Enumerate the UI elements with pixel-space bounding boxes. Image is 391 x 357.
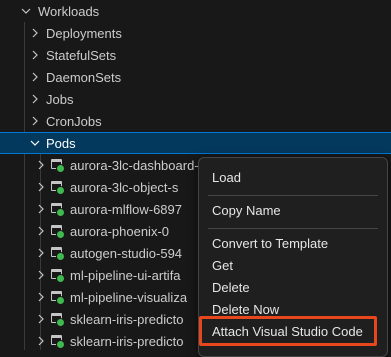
chevron-right-icon — [33, 223, 49, 239]
pod-running-icon — [51, 335, 65, 349]
pod-name: sklearn-iris-predicto — [70, 333, 184, 349]
chevron-right-icon — [33, 267, 49, 283]
chevron-right-icon — [27, 91, 43, 107]
pod-running-icon — [51, 225, 65, 239]
tree-item-label: CronJobs — [46, 113, 102, 129]
chevron-down-icon — [18, 3, 34, 19]
pod-running-icon — [51, 159, 65, 173]
tree-item-workloads[interactable]: Workloads — [0, 0, 391, 22]
tree-item-label: Deployments — [46, 25, 122, 41]
pod-name: aurora-3lc-dashboard- — [70, 157, 199, 173]
tree-item-label: Workloads — [38, 3, 100, 19]
tree-item-label: DaemonSets — [46, 69, 122, 85]
chevron-right-icon — [33, 289, 49, 305]
chevron-right-icon — [27, 113, 43, 129]
tree-item-statefulsets[interactable]: StatefulSets — [0, 44, 391, 66]
chevron-right-icon — [27, 25, 43, 41]
pod-name: aurora-phoenix-0 — [70, 223, 170, 239]
pod-running-icon — [51, 181, 65, 195]
chevron-right-icon — [27, 69, 43, 85]
chevron-right-icon — [33, 311, 49, 327]
chevron-right-icon — [33, 157, 49, 173]
menu-item-convert-to-template[interactable]: Convert to Template — [199, 232, 387, 254]
tree-item-deployments[interactable]: Deployments — [0, 22, 391, 44]
pod-running-icon — [51, 247, 65, 261]
chevron-down-icon — [27, 135, 43, 151]
tree-item-cronjobs[interactable]: CronJobs — [0, 110, 391, 132]
context-menu: Load Copy Name Convert to Template Get D… — [198, 157, 388, 357]
chevron-right-icon — [27, 47, 43, 63]
pod-running-icon — [51, 203, 65, 217]
pod-name: ml-pipeline-visualiza — [70, 289, 188, 305]
tree-item-daemonsets[interactable]: DaemonSets — [0, 66, 391, 88]
pod-running-icon — [51, 269, 65, 283]
chevron-right-icon — [33, 245, 49, 261]
menu-item-delete[interactable]: Delete — [199, 276, 387, 298]
pod-name: autogen-studio-594 — [70, 245, 183, 261]
pod-running-icon — [51, 291, 65, 305]
menu-item-attach-vscode[interactable]: Attach Visual Studio Code — [199, 320, 387, 342]
menu-item-copy-name[interactable]: Copy Name — [199, 199, 387, 221]
tree-item-jobs[interactable]: Jobs — [0, 88, 391, 110]
menu-separator — [208, 195, 378, 196]
menu-separator — [208, 228, 378, 229]
menu-item-delete-now[interactable]: Delete Now — [199, 298, 387, 320]
pod-running-icon — [51, 313, 65, 327]
pod-name: ml-pipeline-ui-artifa — [70, 267, 181, 283]
pod-name: sklearn-iris-predicto — [70, 311, 184, 327]
pod-name: aurora-mlflow-6897 — [70, 201, 182, 217]
tree-item-label: StatefulSets — [46, 47, 117, 63]
menu-item-get[interactable]: Get — [199, 254, 387, 276]
tree-item-label: Pods — [46, 135, 76, 151]
chevron-right-icon — [33, 179, 49, 195]
menu-item-load[interactable]: Load — [199, 166, 387, 188]
chevron-right-icon — [33, 333, 49, 349]
tree-item-pods[interactable]: Pods — [0, 132, 391, 154]
tree-item-label: Jobs — [46, 91, 74, 107]
chevron-right-icon — [33, 201, 49, 217]
pod-name: aurora-3lc-object-s — [70, 179, 179, 195]
